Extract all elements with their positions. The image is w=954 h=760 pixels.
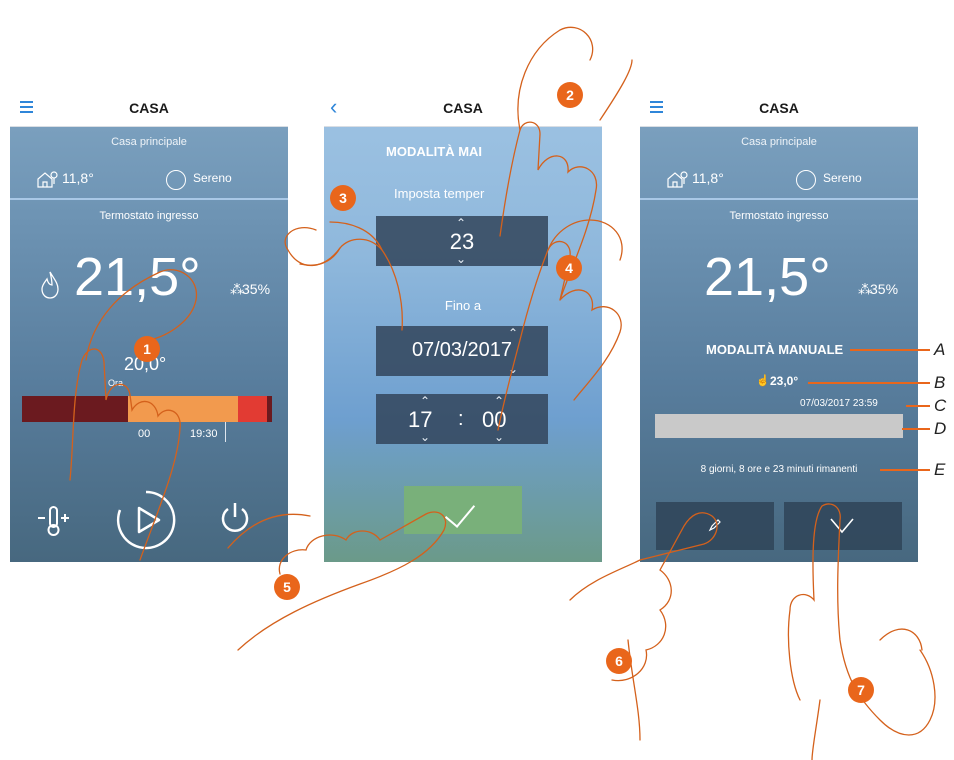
date-value: 07/03/2017	[411, 339, 513, 361]
thermostat-name: Termostato ingresso	[99, 210, 199, 222]
thermometer-icon[interactable]	[36, 504, 78, 538]
step-badge: 6	[606, 648, 632, 674]
remaining-progress-bar	[655, 414, 903, 438]
thermostat-name: Termostato ingresso	[729, 210, 829, 222]
weather-condition: Sereno	[193, 171, 232, 185]
sun-icon	[793, 167, 817, 191]
step-badge: 4	[556, 255, 582, 281]
callout-line	[906, 405, 930, 407]
bar-segment-dark	[22, 396, 128, 422]
screen-manual-mode-active: CASA Casa principale 11,8° Sereno Termos…	[640, 90, 918, 562]
time-label: Ora	[108, 378, 124, 388]
humidity-value: 35%	[870, 281, 899, 297]
chevron-down-icon[interactable]: ⌄	[456, 253, 466, 265]
chevron-down-icon[interactable]: ⌄	[494, 431, 504, 443]
tick-label: 19:30	[190, 428, 218, 440]
step-badge: 1	[134, 336, 160, 362]
sun-icon	[163, 167, 187, 191]
power-icon[interactable]	[218, 500, 252, 536]
hand-icon: ☝	[756, 375, 770, 387]
temperature-stepper[interactable]: ⌃ 23 ⌄	[376, 216, 548, 266]
set-temperature-label: Imposta temper	[394, 186, 485, 201]
step-badge: 3	[330, 185, 356, 211]
top-bar: CASA	[640, 90, 918, 127]
bar-segment-end	[267, 396, 272, 422]
cancel-manual-button[interactable]	[784, 502, 902, 550]
step-badge: 5	[274, 574, 300, 600]
current-temperature: 21,5°	[704, 247, 831, 307]
divider	[640, 198, 918, 200]
remaining-time: 8 giorni, 8 ore e 23 minuti rimanenti	[700, 464, 858, 475]
close-icon	[830, 518, 854, 534]
step-badge: 2	[557, 82, 583, 108]
tick-label: 00	[138, 428, 151, 440]
location-name: Casa principale	[741, 136, 817, 148]
end-datetime: 07/03/2017 23:59	[800, 398, 878, 409]
chevron-up-icon[interactable]: ⌃	[508, 327, 518, 339]
callout-line	[850, 349, 930, 351]
play-icon[interactable]	[114, 488, 178, 552]
bar-segment-red	[238, 396, 267, 422]
house-tree-icon	[667, 171, 688, 188]
time-marker	[225, 422, 226, 442]
time-stepper[interactable]: ⌃ 17 ⌄ : ⌃ 00 ⌄	[376, 394, 548, 444]
chevron-down-icon[interactable]: ⌄	[508, 363, 518, 375]
chevron-up-icon[interactable]: ⌃	[494, 395, 504, 407]
chevron-up-icon[interactable]: ⌃	[456, 217, 466, 229]
until-label: Fino a	[444, 298, 482, 313]
program-bar[interactable]	[22, 396, 272, 422]
location-name: Casa principale	[111, 136, 187, 148]
divider	[10, 198, 288, 200]
mode-title: MODALITÀ MAI	[386, 144, 483, 159]
flame-icon	[41, 271, 59, 299]
callout-letter: B	[934, 373, 946, 392]
humidity-value: 35%	[242, 281, 271, 297]
time-separator: :	[458, 408, 464, 430]
outdoor-temperature: 11,8°	[692, 170, 724, 186]
manual-mode-label: MODALITÀ MANUALE	[706, 342, 844, 357]
current-temperature: 21,5°	[74, 247, 201, 307]
manual-setpoint: 23,0°	[770, 374, 799, 388]
pencil-icon	[708, 519, 721, 532]
callout-letter: D	[934, 419, 947, 438]
confirm-button[interactable]	[404, 486, 522, 534]
callout-letter: C	[934, 396, 947, 415]
callout-line	[808, 382, 930, 384]
house-tree-icon	[37, 171, 58, 188]
edit-button[interactable]	[656, 502, 774, 550]
app-title: CASA	[759, 100, 799, 116]
screen-manual-mode-setup: ‹ CASA MODALITÀ MAI Imposta temper ⌃ 23 …	[324, 90, 602, 562]
weather-condition: Sereno	[823, 171, 862, 185]
callout-letter: A	[934, 340, 946, 359]
date-stepper[interactable]: ⌃ 07/03/2017 ⌄	[376, 326, 548, 376]
callout-letter: E	[934, 460, 946, 479]
callout-line	[880, 469, 930, 471]
step-badge: 7	[848, 677, 874, 703]
screen-home-thermostat: CASA Casa principale 11,8° Sereno Termos…	[10, 90, 288, 562]
chevron-down-icon[interactable]: ⌄	[420, 431, 430, 443]
callout-line	[902, 428, 930, 430]
outdoor-temperature: 11,8°	[62, 170, 94, 186]
top-bar: CASA	[10, 90, 288, 127]
bar-segment-orange	[128, 396, 238, 422]
check-icon	[444, 496, 476, 528]
app-title: CASA	[129, 100, 169, 116]
chevron-up-icon[interactable]: ⌃	[420, 395, 430, 407]
